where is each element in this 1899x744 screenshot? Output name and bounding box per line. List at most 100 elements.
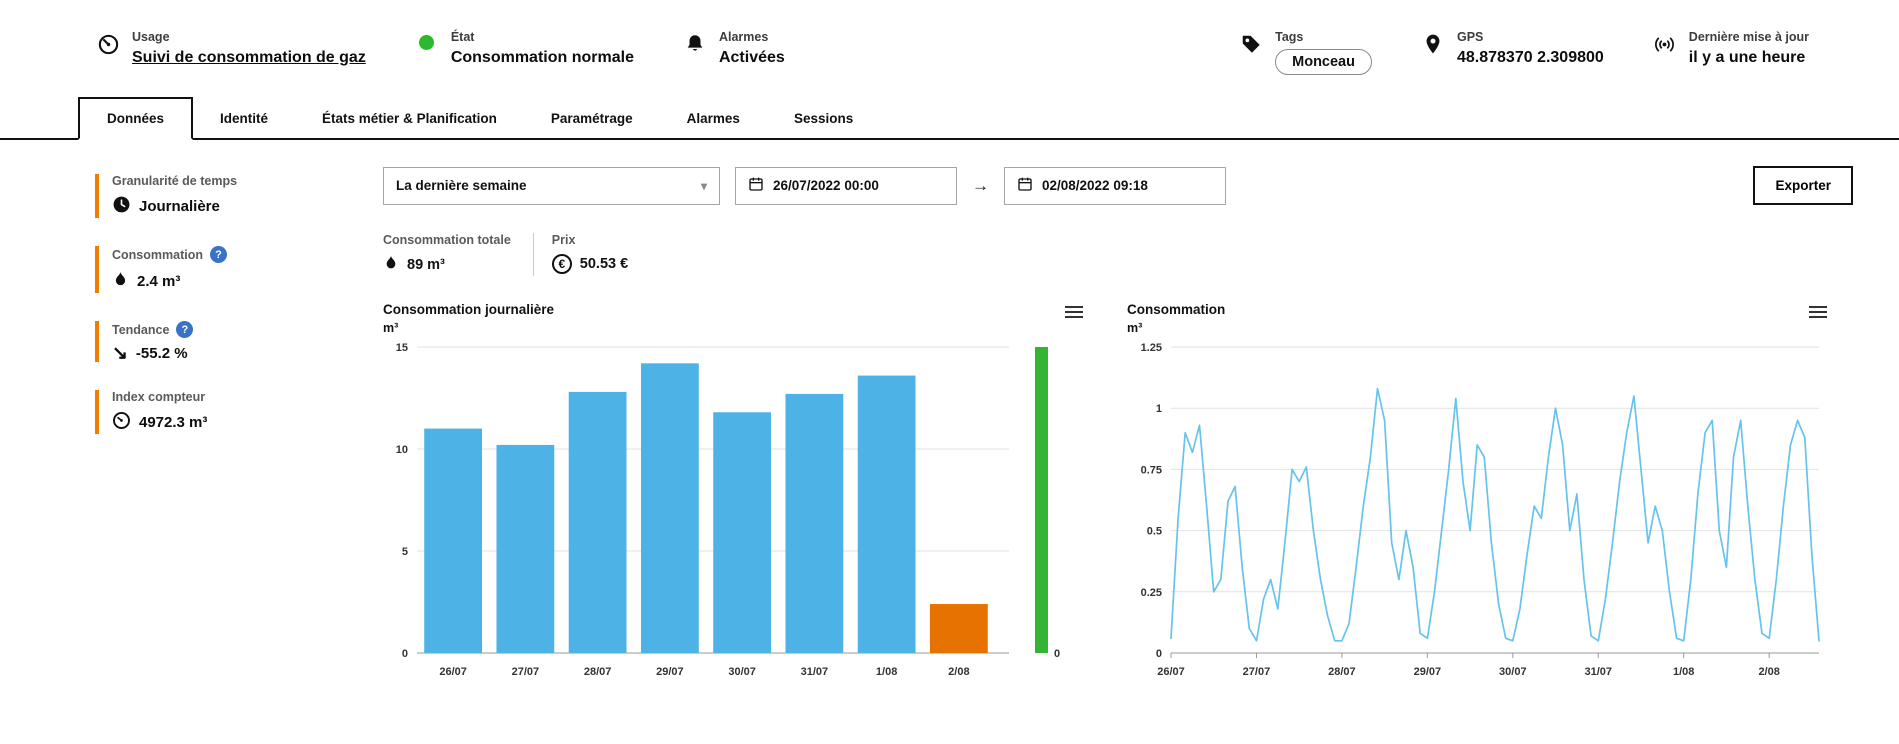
daily-consumption-chart: Consommation journalière m³ 0 5 10 15 26/07 2…: [383, 302, 1083, 690]
period-select-value: La dernière semaine: [396, 178, 527, 193]
header-gps: GPS 48.878370 2.309800: [1420, 30, 1604, 67]
filter-row: La dernière semaine ▾ 26/07/2022 00:00 →…: [383, 166, 1853, 205]
header-tags: Tags Monceau: [1238, 30, 1372, 75]
svg-text:29/07: 29/07: [656, 666, 684, 678]
tag-icon: [1238, 30, 1264, 55]
chevron-down-icon: ▾: [700, 178, 707, 193]
consommation-label: Consommation: [112, 247, 203, 262]
svg-text:10: 10: [396, 444, 408, 456]
svg-text:0.25: 0.25: [1141, 587, 1162, 599]
gps-label: GPS: [1456, 30, 1484, 44]
flame-icon: [383, 254, 399, 276]
svg-text:0.75: 0.75: [1141, 464, 1162, 476]
map-pin-icon: [1420, 30, 1446, 55]
svg-text:15: 15: [396, 342, 408, 354]
calendar-icon: [748, 176, 764, 195]
sidebar: Granularité de temps Journalière Consomm…: [95, 166, 383, 690]
svg-text:0.5: 0.5: [1147, 526, 1162, 538]
etat-label: État: [450, 30, 475, 44]
tab-bar: Données Identité États métier & Planific…: [0, 96, 1899, 140]
tendance-value: -55.2 %: [135, 345, 188, 362]
svg-text:31/07: 31/07: [801, 666, 829, 678]
calendar-icon: [1017, 176, 1033, 195]
header-usage: Usage Suivi de consommation de gaz: [95, 30, 366, 67]
svg-text:1/08: 1/08: [876, 666, 897, 678]
help-icon[interactable]: ?: [209, 246, 227, 263]
svg-text:29/07: 29/07: [1414, 666, 1442, 678]
stat-tendance: Tendance ? ↘ -55.2 %: [95, 321, 383, 364]
flame-icon: [112, 270, 129, 293]
price-label: Prix: [551, 233, 576, 247]
price-block: Prix € 50.53 €: [532, 233, 650, 276]
date-to-input[interactable]: 02/08/2022 09:18: [1004, 166, 1226, 205]
chart-menu-icon[interactable]: [1809, 302, 1827, 318]
chart-menu-icon[interactable]: [1065, 302, 1083, 318]
granularite-value: Journalière: [139, 198, 220, 215]
tendance-label: Tendance: [112, 322, 170, 337]
etat-value: Consommation normale: [450, 49, 634, 66]
main-panel: La dernière semaine ▾ 26/07/2022 00:00 →…: [383, 166, 1853, 690]
svg-text:0: 0: [1156, 648, 1162, 660]
svg-text:5: 5: [402, 546, 408, 558]
bell-icon: [682, 30, 708, 55]
date-to-value: 02/08/2022 09:18: [1042, 178, 1148, 193]
tag-chip: Monceau: [1275, 49, 1372, 75]
content: Granularité de temps Journalière Consomm…: [0, 140, 1899, 690]
alarmes-label: Alarmes: [718, 30, 769, 44]
clock-icon: [112, 195, 131, 218]
svg-text:27/07: 27/07: [1243, 666, 1271, 678]
total-consumption-block: Consommation totale 89 m³: [383, 233, 533, 276]
tab-identite[interactable]: Identité: [193, 99, 295, 138]
tags-label: Tags: [1275, 30, 1304, 44]
help-icon[interactable]: ?: [176, 321, 194, 338]
consommation-value: 2.4 m³: [137, 273, 181, 290]
totals-row: Consommation totale 89 m³ Prix € 50.53 €: [383, 233, 1853, 276]
date-from-input[interactable]: 26/07/2022 00:00: [735, 166, 957, 205]
svg-text:27/07: 27/07: [512, 666, 540, 678]
svg-text:2/08: 2/08: [1758, 666, 1779, 678]
date-from-value: 26/07/2022 00:00: [773, 178, 879, 193]
stat-granularite: Granularité de temps Journalière: [95, 174, 383, 218]
bar-chart-unit: m³: [383, 321, 399, 335]
price-value: 50.53 €: [579, 256, 629, 272]
euro-icon: €: [551, 254, 572, 274]
alarmes-value: Activées: [718, 49, 785, 66]
status-dot-icon: [414, 30, 440, 50]
svg-text:1: 1: [1156, 403, 1162, 415]
header: Usage Suivi de consommation de gaz État …: [0, 0, 1899, 96]
svg-text:31/07: 31/07: [1584, 666, 1612, 678]
line-chart-title: Consommation: [1127, 302, 1226, 317]
trend-down-icon: ↘: [112, 342, 128, 364]
consumption-line-chart: Consommation m³ 0 0.25 0.5 0.75 1 1.25 26/07 27…: [1127, 302, 1827, 690]
svg-text:1.25: 1.25: [1141, 342, 1162, 354]
gauge-icon: [95, 30, 121, 56]
svg-text:26/07: 26/07: [1157, 666, 1185, 678]
header-alarmes: Alarmes Activées: [682, 30, 785, 67]
index-compteur-value: 4972.3 m³: [139, 414, 208, 431]
last-update-value: il y a une heure: [1688, 49, 1806, 66]
svg-text:1/08: 1/08: [1673, 666, 1694, 678]
usage-label: Usage: [132, 30, 170, 44]
svg-text:2/08: 2/08: [948, 666, 969, 678]
tab-donnees[interactable]: Données: [78, 97, 194, 140]
export-button[interactable]: Exporter: [1753, 166, 1853, 205]
tab-sessions[interactable]: Sessions: [767, 99, 880, 138]
tab-alarmes[interactable]: Alarmes: [660, 99, 767, 138]
total-consumption-value: 89 m³: [407, 257, 445, 273]
granularite-label: Granularité de temps: [112, 174, 238, 188]
period-select[interactable]: La dernière semaine ▾: [383, 166, 720, 205]
index-compteur-label: Index compteur: [112, 390, 206, 404]
svg-text:28/07: 28/07: [584, 666, 612, 678]
bar-chart-canvas: 0 5 10 15 26/07 27/07 28/07 29/07 30/07 31/07 1/08…: [396, 342, 1060, 678]
arrow-right-icon: →: [972, 175, 989, 195]
stat-consommation: Consommation ? 2.4 m³: [95, 246, 383, 293]
svg-text:0: 0: [1054, 648, 1060, 660]
line-chart-canvas: 0 0.25 0.5 0.75 1 1.25 26/07 27/07 28/07 29/07 30/…: [1141, 342, 1820, 678]
tab-etats-metier-planification[interactable]: États métier & Planification: [295, 99, 524, 138]
stat-index-compteur: Index compteur 4972.3 m³: [95, 390, 383, 434]
gps-value: 48.878370 2.309800: [1456, 49, 1604, 66]
usage-link[interactable]: Suivi de consommation de gaz: [132, 49, 366, 67]
bar-chart-title: Consommation journalière: [383, 302, 555, 317]
tab-parametrage[interactable]: Paramétrage: [524, 99, 660, 138]
broadcast-icon: [1652, 30, 1678, 56]
